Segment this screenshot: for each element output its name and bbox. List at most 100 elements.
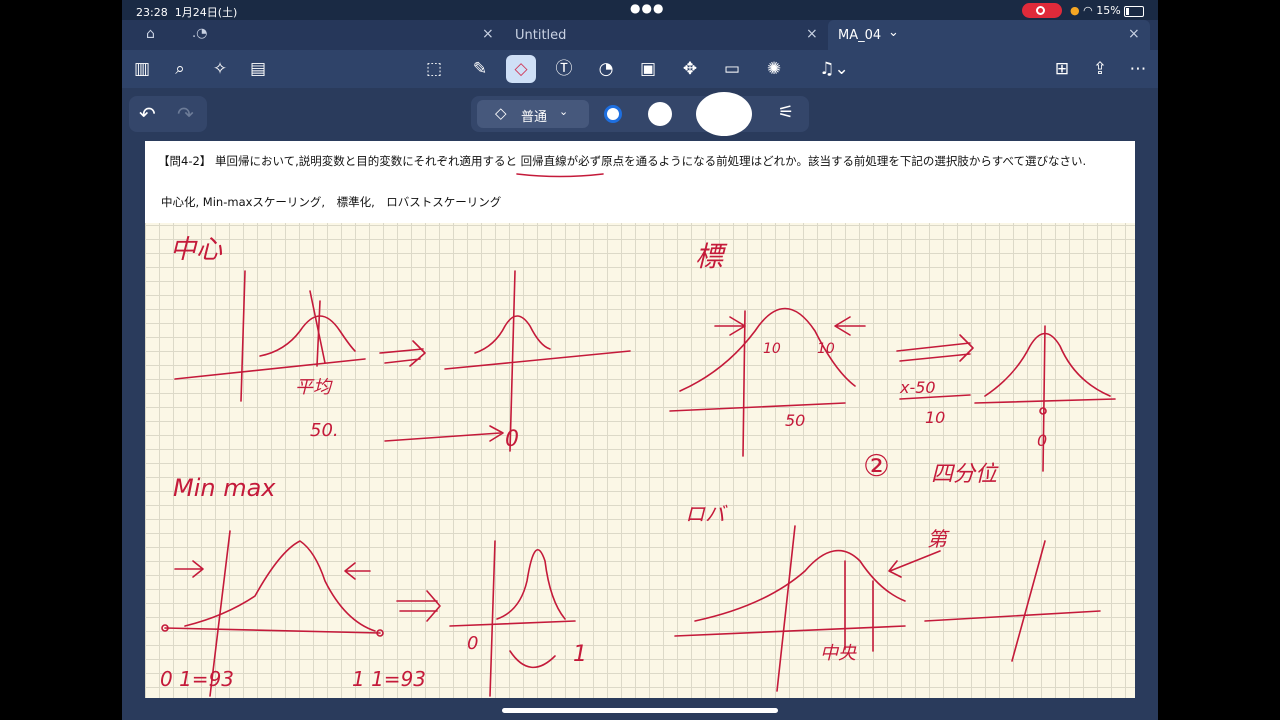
tab-shared[interactable]: .◔ × (182, 20, 502, 50)
handwritten-notes: 中心 平均 50. 0 標 10 10 50 x-50 10 0 ② 四分位 M… (160, 173, 1116, 697)
axis-line (164, 627, 381, 634)
ipad-screen: 23:28 1月24日(土) ●●● ● ◠ 15% ⌂ .◔ × Untitl… (122, 0, 1158, 720)
add-page-icon[interactable]: ⊞ (1050, 57, 1074, 81)
axis-line (974, 398, 1116, 404)
note-icon[interactable]: ▭ (720, 57, 744, 81)
note-page[interactable]: 【問4-2】 単回帰において,説明変数と目的変数にそれぞれ適用すると 回帰直線が… (145, 141, 1135, 698)
home-icon: ⌂ (146, 26, 155, 42)
note-text: 10 (817, 341, 835, 357)
eraser-options: ◇ 普通 ⌄ ⚟ (471, 92, 809, 136)
size-medium-option[interactable] (648, 102, 672, 126)
redo-icon[interactable]: ↷ (177, 102, 194, 126)
workspace: ↶ ↷ ◇ 普通 ⌄ ⚟ 【問4-2】 単回帰において,説明変数と目的変数にそれ… (122, 88, 1158, 720)
undo-icon[interactable]: ↶ (139, 102, 156, 126)
tab-label: Untitled (515, 28, 567, 43)
sidebar-icon[interactable]: ▥ (130, 57, 154, 81)
size-small-option[interactable] (604, 105, 622, 123)
note-text: 平均 (295, 377, 333, 398)
axis-line (1011, 540, 1046, 662)
curve (984, 332, 1111, 397)
wifi-icon: ◠ (1083, 4, 1093, 17)
arrow-mark (174, 560, 204, 578)
note-text: x-50 (899, 378, 936, 397)
note-text: Min max (173, 474, 276, 502)
arrow-mark (888, 550, 941, 578)
tab-ma04[interactable]: MA_04 ⌄ × (828, 20, 1150, 50)
note-text: 0 (1037, 431, 1047, 450)
share-icon[interactable]: ⇪ (1088, 57, 1112, 81)
mic-icon[interactable]: ♫⌄ (814, 57, 854, 81)
axis-line (669, 402, 846, 412)
search-icon[interactable]: ⌕ (168, 57, 192, 81)
arc-mark (509, 650, 556, 669)
toolbar: ▥ ⌕ ✧ ▤ ⬚ ✎ ◇ Ⓣ ◔ ▣ ✥ ▭ ✺ ♫⌄ ⊞ ⇪ ⋯ (122, 50, 1158, 88)
size-large-option[interactable] (696, 92, 752, 136)
note-text: ロバ (685, 502, 728, 526)
close-icon[interactable]: × (482, 26, 494, 42)
text-icon[interactable]: Ⓣ (552, 57, 576, 81)
note-text: 0 (467, 633, 478, 654)
arrow-mark (896, 334, 974, 362)
axis-line (776, 525, 796, 692)
axis-line (449, 620, 576, 627)
elements-icon[interactable]: ✥ (678, 57, 702, 81)
battery-icon (1124, 6, 1144, 17)
note-text: 50. (310, 420, 339, 441)
axis-line (674, 625, 906, 637)
eraser-mode-label: 普通 (521, 110, 548, 125)
eraser-mode-select[interactable]: ◇ 普通 ⌄ (477, 100, 589, 128)
note-text: 1 (573, 642, 587, 667)
arrow-mark (384, 425, 504, 442)
note-text: 10 (763, 341, 781, 357)
eraser-icon[interactable]: ◇ (506, 55, 536, 83)
curve (259, 315, 356, 357)
axis-line (489, 540, 496, 697)
axis-line (174, 358, 366, 380)
image-icon[interactable]: ▣ (636, 57, 660, 81)
note-text: 1 1=93 (352, 667, 426, 691)
status-bar: 23:28 1月24日(土) ●●● ● ◠ 15% (122, 0, 1158, 20)
tab-untitled[interactable]: Untitled × (506, 20, 826, 50)
arrow-mark (396, 590, 441, 622)
battery-percent: ● ◠ 15% (1070, 4, 1121, 17)
axis-line (240, 270, 246, 402)
magic-icon[interactable]: ✧ (208, 57, 232, 81)
note-text: 0 1=93 (160, 667, 234, 691)
curve (184, 540, 376, 632)
person-icon: .◔ (192, 26, 208, 41)
tab-label: MA_04 (838, 28, 882, 43)
arrow-mark (379, 340, 426, 367)
axis-line (444, 350, 631, 370)
note-text: 中央 (820, 643, 857, 664)
eraser-icon: ◇ (495, 104, 507, 122)
more-icon[interactable]: ⋯ (1126, 57, 1150, 81)
home-tab[interactable]: ⌂ (140, 20, 170, 50)
undo-redo-group: ↶ ↷ (129, 96, 207, 132)
note-text: 四分位 (931, 462, 999, 487)
chevron-down-icon: ⌄ (559, 105, 569, 118)
sliders-icon[interactable]: ⚟ (778, 102, 794, 123)
shape-icon[interactable]: ◔ (594, 57, 618, 81)
close-icon[interactable]: × (806, 26, 818, 42)
arrow-mark (714, 316, 746, 336)
home-indicator[interactable] (502, 708, 778, 713)
tab-bar: ⌂ .◔ × Untitled × MA_04 ⌄ × (122, 20, 1158, 50)
status-time: 23:28 1月24日(土) (136, 6, 238, 19)
arrow-mark (834, 316, 866, 336)
underline-mark (516, 173, 604, 178)
note-text: 50 (785, 411, 805, 430)
laser-icon[interactable]: ✺ (762, 57, 786, 81)
arrow-mark (344, 562, 371, 580)
close-icon[interactable]: × (1128, 26, 1140, 42)
axis-line (924, 610, 1101, 622)
lasso-icon[interactable]: ⬚ (422, 57, 446, 81)
pen-icon[interactable]: ✎ (468, 57, 492, 81)
axis-line (509, 270, 516, 452)
note-text: 10 (925, 408, 945, 427)
list-icon[interactable]: ▤ (246, 57, 270, 81)
multitask-dots-icon[interactable]: ●●● (630, 1, 664, 15)
recording-indicator[interactable] (1022, 3, 1062, 18)
curve (496, 548, 566, 620)
chevron-down-icon[interactable]: ⌄ (888, 25, 899, 40)
status-date: 1月24日(土) (174, 6, 238, 19)
